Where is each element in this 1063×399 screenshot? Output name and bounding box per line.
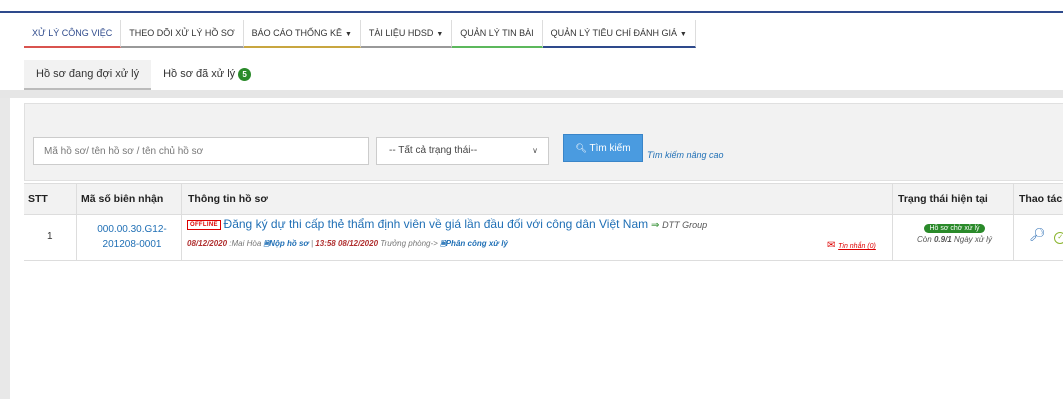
nav-bao-cao-thong-ke[interactable]: BÁO CÁO THỐNG KÊ ▼ <box>243 20 361 48</box>
chevron-down-icon: ∨ <box>532 146 538 155</box>
caret-down-icon: ▼ <box>677 31 687 38</box>
actions-cell: 🔎︎ ✓ <box>1029 227 1063 244</box>
header-status: Trạng thái hiện tại <box>898 193 988 205</box>
header-info: Thông tin hồ sơ <box>188 193 268 205</box>
view-document-icon[interactable]: 🔎︎ <box>1029 227 1046 242</box>
nav-quan-ly-tin-bai[interactable]: QUẢN LÝ TIN BÀI <box>452 20 543 48</box>
row-stt: 1 <box>47 231 53 242</box>
left-strip <box>0 98 10 399</box>
header-actions: Thao tác <box>1019 193 1063 205</box>
search-button[interactable]: 🔍︎ Tìm kiếm <box>563 134 643 162</box>
record-title-line: OFFLINE Đăng ký dự thi cấp thẻ thẩm định… <box>187 217 707 231</box>
record-meta: 08/12/2020 :Mai Hòa 🗎︎Nộp hồ sơ | 13:58 … <box>187 239 508 248</box>
header-receipt-code: Mã số biên nhận <box>81 193 164 205</box>
offline-tag: OFFLINE <box>187 220 221 230</box>
nav-quan-ly-tieu-chi-danh-gia[interactable]: QUẢN LÝ TIÊU CHÍ ĐÁNH GIÁ ▼ <box>542 20 696 48</box>
table-header: STT Mã số biên nhận Thông tin hồ sơ Trạn… <box>24 183 1063 215</box>
submit-action: 🗎︎Nộp hồ sơ <box>263 239 309 248</box>
processed-count-badge: 5 <box>238 68 252 81</box>
messages-link[interactable]: ✉︎ Tin nhắn (0) <box>827 240 876 251</box>
caret-down-icon: ▼ <box>343 31 352 38</box>
top-accent-line <box>0 11 1063 13</box>
message-icon: ✉︎ <box>827 240 836 251</box>
tab-processed[interactable]: Hồ sơ đã xử lý 5 <box>151 60 263 90</box>
header-stt: STT <box>28 193 48 205</box>
record-title-link[interactable]: Đăng ký dự thi cấp thẻ thẩm định viên về… <box>224 217 649 231</box>
tab-pending[interactable]: Hồ sơ đang đợi xử lý <box>24 60 152 90</box>
top-navigation: XỬ LÝ CÔNG VIỆC THEO DÕI XỬ LÝ HỒ SƠ BÁO… <box>24 20 696 48</box>
assign-action: 🗎︎Phân công xử lý <box>440 239 508 248</box>
search-icon: 🔍︎ <box>575 143 587 153</box>
caret-down-icon: ▼ <box>434 31 444 38</box>
nav-tai-lieu-hdsd[interactable]: TÀI LIỆU HDSD ▼ <box>360 20 453 48</box>
status-cell: Hồ sơ chờ xử lý Còn 0.9/1 Ngày xử lý <box>894 222 1015 244</box>
nav-xu-ly-cong-viec[interactable]: XỬ LÝ CÔNG VIỆC <box>24 20 122 48</box>
table-row[interactable]: 1 000.00.30.G12- 201208-0001 OFFLINE Đăn… <box>24 213 1063 261</box>
receipt-code[interactable]: 000.00.30.G12- 201208-0001 <box>82 222 182 252</box>
nav-theo-doi-xu-ly-ho-so[interactable]: THEO DÕI XỬ LÝ HỒ SƠ <box>121 20 244 48</box>
arrow-icon: ⇒ <box>650 220 660 231</box>
record-org: DTT Group <box>662 220 708 230</box>
remaining-time: Còn 0.9/1 Ngày xử lý <box>917 235 992 244</box>
subtabs: Hồ sơ đang đợi xử lý Hồ sơ đã xử lý 5 <box>24 60 263 90</box>
divider-bar <box>0 90 1063 98</box>
status-badge: Hồ sơ chờ xử lý <box>924 224 985 233</box>
advanced-search-link[interactable]: Tìm kiếm nâng cao <box>647 150 724 160</box>
status-select[interactable]: -- Tất cả trạng thái-- ∨ <box>376 137 549 165</box>
check-circle-icon[interactable]: ✓ <box>1054 232 1063 244</box>
search-input[interactable] <box>33 137 369 165</box>
